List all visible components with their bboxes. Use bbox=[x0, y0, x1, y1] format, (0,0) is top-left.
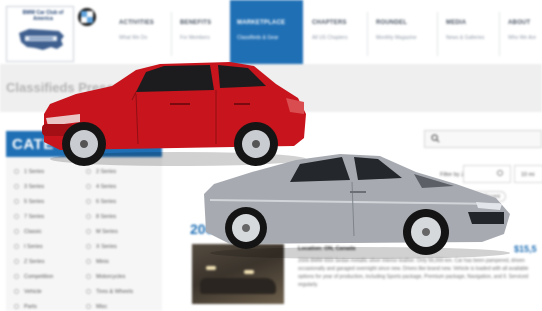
category-label: 7 Series bbox=[24, 214, 45, 220]
radio-icon bbox=[86, 289, 91, 295]
nav-item-roundel[interactable]: ROUNDEL Monthly Magazine bbox=[369, 0, 435, 64]
radio-icon bbox=[14, 184, 19, 190]
nav-sublabel: News & Galleries bbox=[446, 35, 485, 41]
nav-label: ROUNDEL bbox=[376, 20, 408, 26]
radio-icon bbox=[14, 289, 19, 295]
nav-label: BENEFITS bbox=[180, 20, 212, 26]
category-option[interactable]: 7 Series bbox=[14, 214, 44, 220]
nav-divider bbox=[171, 12, 172, 56]
category-option[interactable]: Competition bbox=[14, 274, 53, 280]
radio-icon bbox=[14, 169, 19, 175]
category-label: Classic bbox=[24, 229, 42, 235]
category-label: Competition bbox=[24, 274, 54, 280]
category-option[interactable]: M Series bbox=[86, 229, 118, 235]
category-option[interactable]: Parts bbox=[14, 304, 37, 310]
category-label: Misc bbox=[96, 304, 108, 310]
category-option[interactable]: Misc bbox=[86, 304, 107, 310]
category-option[interactable]: 4 Series bbox=[86, 184, 116, 190]
search-icon bbox=[431, 134, 440, 143]
category-option[interactable]: Tires & Wheels bbox=[86, 289, 133, 295]
listing-price: $15,5 bbox=[514, 244, 537, 254]
category-option[interactable]: X Series bbox=[86, 244, 117, 250]
nav-item-chapters[interactable]: CHAPTERS All US Chapters bbox=[305, 0, 365, 64]
radio-icon bbox=[14, 304, 19, 310]
category-option[interactable]: 6 Series bbox=[86, 199, 116, 205]
nav-sublabel: Monthly Magazine bbox=[376, 35, 417, 41]
category-label: Parts bbox=[24, 304, 37, 310]
category-option[interactable]: I Series bbox=[14, 244, 43, 250]
site-logo[interactable]: BMW Car Club of America bbox=[6, 6, 74, 62]
nav-label: ACTIVITIES bbox=[119, 20, 155, 26]
nav-divider bbox=[437, 12, 438, 56]
category-label: 8 Series bbox=[96, 214, 117, 220]
nav-item-benefits[interactable]: BENEFITS For Members bbox=[173, 0, 228, 64]
silver-coupe-image bbox=[204, 154, 510, 259]
category-label: Tires & Wheels bbox=[96, 289, 134, 295]
nav-item-about[interactable]: ABOUT Who We Are bbox=[501, 0, 542, 64]
radio-icon bbox=[86, 214, 91, 220]
logo-org-name: BMW Car Club of America bbox=[22, 10, 64, 22]
us-map-icon bbox=[19, 29, 64, 50]
nav-sublabel: What We Do bbox=[119, 35, 148, 41]
category-option[interactable]: Motorcycles bbox=[86, 274, 125, 280]
category-label: 6 Series bbox=[96, 199, 117, 205]
category-label: Z Series bbox=[24, 259, 45, 265]
category-option[interactable]: Classic bbox=[14, 229, 42, 235]
nav-item-marketplace[interactable]: MARKETPLACE Classifieds & Gear bbox=[230, 0, 303, 64]
radio-icon bbox=[14, 199, 19, 205]
nav-divider bbox=[367, 12, 368, 56]
nav-sublabel: Who We Are bbox=[508, 35, 536, 41]
radio-icon bbox=[86, 244, 91, 250]
nav-item-media[interactable]: MEDIA News & Galleries bbox=[439, 0, 497, 64]
category-label: 5 Series bbox=[24, 199, 45, 205]
category-option[interactable]: Vehicle bbox=[14, 289, 42, 295]
thumb-light bbox=[244, 270, 254, 274]
radio-icon bbox=[86, 184, 91, 190]
radio-icon bbox=[86, 229, 91, 235]
nav-item-activities[interactable]: ACTIVITIES What We Do bbox=[112, 0, 170, 64]
nav-label: ABOUT bbox=[508, 20, 531, 26]
category-label: X Series bbox=[96, 244, 117, 250]
radio-icon bbox=[14, 244, 19, 250]
category-option[interactable]: 8 Series bbox=[86, 214, 116, 220]
category-label: M Series bbox=[96, 229, 118, 235]
thumb-light bbox=[206, 266, 216, 270]
radio-icon bbox=[86, 259, 91, 265]
nav-divider bbox=[499, 12, 500, 56]
category-option[interactable]: Z Series bbox=[14, 259, 44, 265]
radio-icon bbox=[86, 274, 91, 280]
nav-label: CHAPTERS bbox=[312, 20, 347, 26]
category-label: Motorcycles bbox=[96, 274, 126, 280]
radio-icon bbox=[14, 274, 19, 280]
nav-label: MARKETPLACE bbox=[237, 20, 286, 26]
category-label: Vehicle bbox=[24, 289, 42, 295]
nav-sublabel: For Members bbox=[180, 35, 210, 41]
radio-icon bbox=[14, 214, 19, 220]
thumb-car-shape bbox=[200, 278, 276, 294]
nav-sublabel: All US Chapters bbox=[312, 35, 348, 41]
radio-icon bbox=[86, 199, 91, 205]
category-label: 3 Series bbox=[24, 184, 45, 190]
categories-list: 1 Series 3 Series 5 Series 7 Series Clas… bbox=[6, 157, 162, 311]
radius-select[interactable]: 10 mi bbox=[514, 165, 542, 183]
bmw-roundel-icon bbox=[78, 8, 96, 26]
category-label: 4 Series bbox=[96, 184, 117, 190]
radio-icon bbox=[14, 259, 19, 265]
category-option[interactable]: Minis bbox=[86, 259, 109, 265]
category-label: I Series bbox=[24, 244, 43, 250]
radio-icon bbox=[86, 304, 91, 310]
nav-label: MEDIA bbox=[446, 20, 467, 26]
category-label: Minis bbox=[96, 259, 109, 265]
nav-sublabel: Classifieds & Gear bbox=[237, 35, 279, 41]
screenshot-stage: BMW Car Club of America ACTIVITIES What … bbox=[0, 0, 542, 311]
category-option[interactable]: 5 Series bbox=[14, 199, 44, 205]
radio-icon bbox=[14, 229, 19, 235]
search-input[interactable] bbox=[424, 130, 542, 148]
category-option[interactable]: 3 Series bbox=[14, 184, 44, 190]
